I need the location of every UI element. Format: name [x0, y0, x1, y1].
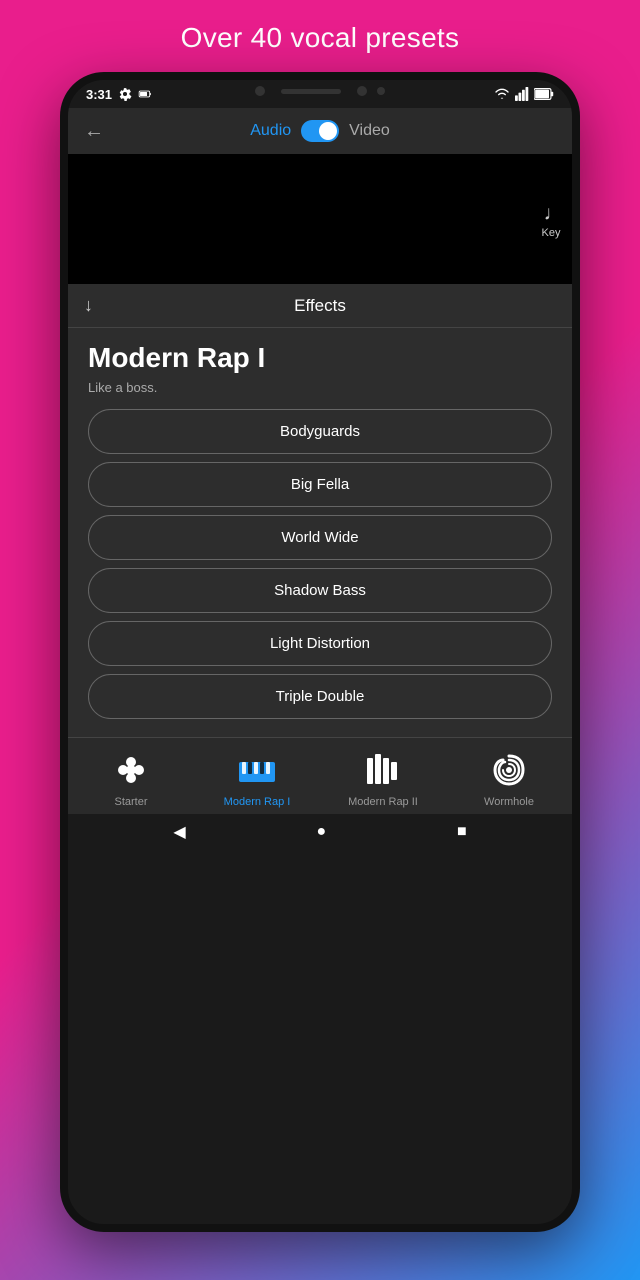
- key-button[interactable]: ♩ Key: [540, 199, 562, 239]
- nav-item-modern-rap-i[interactable]: Modern Rap I: [217, 748, 297, 808]
- tagline: Over 40 vocal presets: [161, 0, 480, 72]
- starter-label: Starter: [114, 796, 147, 808]
- effects-title: Effects: [294, 296, 346, 316]
- phone-device: 3:31: [60, 72, 580, 1232]
- app-header: ← Audio Video: [68, 108, 572, 154]
- home-button[interactable]: ●: [316, 823, 326, 841]
- camera-dot-2: [357, 86, 367, 96]
- camera-dot-1: [255, 86, 265, 96]
- status-left: 3:31: [86, 87, 152, 102]
- modern-rap-i-label: Modern Rap I: [224, 796, 291, 808]
- wormhole-icon: [487, 748, 531, 792]
- collapse-icon[interactable]: ↓: [84, 295, 93, 316]
- sensor-dot: [377, 87, 385, 95]
- camera-notch: [255, 86, 385, 96]
- bottom-nav: Starter Modern Rap I: [68, 737, 572, 814]
- wormhole-label: Wormhole: [484, 796, 534, 808]
- effect-bodyguards[interactable]: Bodyguards: [88, 409, 552, 454]
- status-right: [494, 87, 554, 101]
- nav-item-wormhole[interactable]: Wormhole: [469, 748, 549, 808]
- back-button[interactable]: ←: [84, 120, 104, 143]
- key-label: Key: [542, 227, 561, 239]
- video-preview: ♩ Key: [68, 154, 572, 284]
- battery-status-icon: [534, 88, 554, 100]
- effect-world-wide[interactable]: World Wide: [88, 515, 552, 560]
- starter-icon: [109, 748, 153, 792]
- audio-video-toggle[interactable]: Audio Video: [250, 120, 390, 142]
- toggle-knob: [319, 122, 337, 140]
- modern-rap-ii-label: Modern Rap II: [348, 796, 418, 808]
- preset-name: Modern Rap I: [88, 342, 552, 374]
- speaker-bar: [281, 89, 341, 94]
- preset-description: Like a boss.: [88, 380, 552, 395]
- effect-big-fella[interactable]: Big Fella: [88, 462, 552, 507]
- audio-tab[interactable]: Audio: [250, 122, 291, 140]
- nav-item-starter[interactable]: Starter: [91, 748, 171, 808]
- effect-light-distortion[interactable]: Light Distortion: [88, 621, 552, 666]
- battery-icon: [138, 87, 152, 101]
- signal-icon: [515, 87, 529, 101]
- nav-items-row: Starter Modern Rap I: [68, 748, 572, 808]
- recents-button[interactable]: ■: [457, 823, 467, 841]
- key-icon: ♩: [540, 199, 562, 225]
- back-system-button[interactable]: ◀: [173, 822, 185, 842]
- system-nav: ◀ ● ■: [68, 814, 572, 850]
- modern-rap-i-icon: [235, 748, 279, 792]
- wifi-icon: [494, 87, 510, 101]
- nav-item-modern-rap-ii[interactable]: Modern Rap II: [343, 748, 423, 808]
- clock: 3:31: [86, 87, 112, 102]
- modern-rap-ii-icon: [361, 748, 405, 792]
- effect-triple-double[interactable]: Triple Double: [88, 674, 552, 719]
- effects-header: ↓ Effects: [68, 284, 572, 328]
- effect-shadow-bass[interactable]: Shadow Bass: [88, 568, 552, 613]
- svg-text:♩: ♩: [544, 202, 562, 224]
- settings-icon: [118, 87, 132, 101]
- preset-content: Modern Rap I Like a boss. Bodyguards Big…: [68, 328, 572, 737]
- video-tab[interactable]: Video: [349, 122, 390, 140]
- toggle-switch[interactable]: [301, 120, 339, 142]
